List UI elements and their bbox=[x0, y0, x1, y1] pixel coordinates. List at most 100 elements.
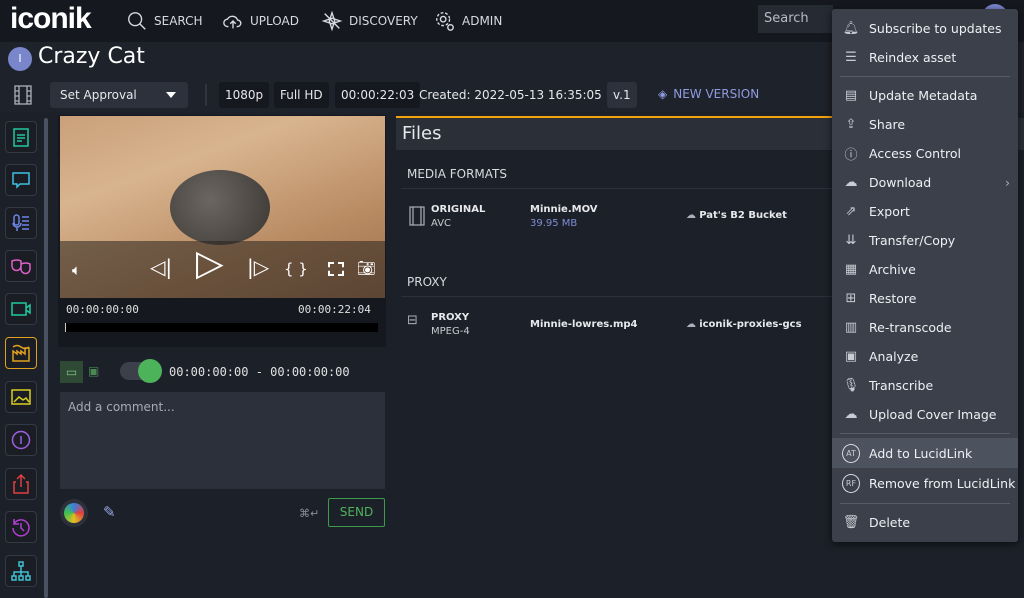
section-proxy: PROXY bbox=[407, 275, 447, 289]
menu-item-remove-lucidlink[interactable]: RF Remove from LucidLink bbox=[832, 469, 1018, 498]
end-timecode: 00:00:22:04 bbox=[298, 303, 371, 316]
nav-upload[interactable]: UPLOAD bbox=[222, 0, 299, 42]
asset-context-menu: 🔔︎ Subscribe to updates ☰ Reindex asset ▤ U… bbox=[832, 9, 1018, 542]
bell-icon: 🔔︎ bbox=[842, 21, 860, 36]
comment-input[interactable]: Add a comment... bbox=[60, 392, 385, 489]
menu-item-download[interactable]: ☁︎ Download › bbox=[832, 168, 1018, 197]
menu-label: Transfer/Copy bbox=[869, 233, 956, 248]
menu-item-analyze[interactable]: ▣ Analyze bbox=[832, 342, 1018, 371]
menu-item-transcribe[interactable]: 🎙︎ Transcribe bbox=[832, 371, 1018, 400]
color-picker[interactable] bbox=[60, 499, 88, 527]
created-date: Created: 2022-05-13 16:35:05 bbox=[419, 88, 602, 102]
approval-dropdown[interactable]: Set Approval bbox=[50, 82, 188, 108]
menu-divider bbox=[840, 433, 1010, 434]
menu-item-access-control[interactable]: ⓘ Access Control bbox=[832, 139, 1018, 168]
new-version-button[interactable]: ◈ NEW VERSION bbox=[658, 87, 759, 101]
sidebar-images[interactable] bbox=[5, 381, 37, 413]
nav-admin[interactable]: ADMIN bbox=[434, 0, 502, 42]
send-button[interactable]: SEND bbox=[328, 498, 385, 527]
menu-item-reindex[interactable]: ☰ Reindex asset bbox=[832, 43, 1018, 72]
microphone-icon bbox=[12, 214, 29, 231]
menu-item-transfer-copy[interactable]: ⇊ Transfer/Copy bbox=[832, 226, 1018, 255]
menu-label: Remove from LucidLink bbox=[869, 476, 1016, 491]
file-type: PROXY bbox=[431, 312, 470, 323]
menu-label: Share bbox=[869, 117, 906, 132]
iconik-logo[interactable]: iconik bbox=[10, 2, 92, 36]
fullscreen-icon[interactable] bbox=[328, 262, 344, 276]
quality-badge: Full HD bbox=[274, 82, 329, 108]
nav-discovery[interactable]: DISCOVERY bbox=[321, 0, 418, 42]
nav-search[interactable]: SEARCH bbox=[126, 0, 203, 42]
sidebar-comments[interactable] bbox=[5, 164, 37, 196]
file-storage: ☁︎ Pat's B2 Bucket bbox=[686, 210, 787, 221]
discovery-icon bbox=[321, 10, 343, 32]
timeline-scrubber[interactable] bbox=[65, 323, 378, 332]
menu-label: Export bbox=[869, 204, 910, 219]
comment-mode-icon[interactable]: ▭ bbox=[60, 361, 83, 383]
menu-label: Add to LucidLink bbox=[869, 445, 973, 461]
volume-icon[interactable]: 🔈︎ bbox=[72, 261, 81, 279]
section-media-formats: MEDIA FORMATS bbox=[407, 167, 508, 181]
sidebar-history[interactable] bbox=[5, 511, 37, 543]
menu-item-delete[interactable]: 🗑︎ Delete bbox=[832, 508, 1018, 537]
sidebar-analysis[interactable] bbox=[5, 337, 37, 369]
pencil-icon[interactable]: ✎ bbox=[103, 503, 116, 521]
page-title: Crazy Cat bbox=[38, 44, 145, 69]
approval-label: Set Approval bbox=[60, 88, 137, 102]
archive-icon: ▦ bbox=[844, 262, 858, 277]
menu-item-archive[interactable]: ▦ Archive bbox=[832, 255, 1018, 284]
sidebar-access[interactable] bbox=[5, 424, 37, 456]
file-name[interactable]: Minnie.MOV bbox=[530, 204, 598, 215]
timecode-toggle[interactable] bbox=[120, 359, 162, 383]
menu-item-update-metadata[interactable]: ▤ Update Metadata bbox=[832, 81, 1018, 110]
step-back-icon[interactable]: ◁| bbox=[150, 255, 172, 279]
sidebar-faces[interactable] bbox=[5, 250, 37, 282]
menu-label: Archive bbox=[869, 262, 916, 277]
menu-item-upload-cover[interactable]: ☁︎ Upload Cover Image bbox=[832, 400, 1018, 429]
hierarchy-icon bbox=[11, 561, 31, 581]
menu-divider bbox=[840, 76, 1010, 77]
menu-item-subscribe[interactable]: 🔔︎ Subscribe to updates bbox=[832, 14, 1018, 43]
version-dropdown[interactable]: v.1 bbox=[607, 82, 637, 108]
sidebar-relations[interactable] bbox=[5, 555, 37, 587]
resolution-badge: 1080p bbox=[219, 82, 270, 108]
sidebar-segments[interactable] bbox=[5, 293, 37, 325]
search-input[interactable]: Search bbox=[758, 5, 833, 33]
rf-badge-icon: RF bbox=[842, 474, 860, 493]
play-icon[interactable]: ▷ bbox=[196, 246, 224, 282]
list-icon: ☰ bbox=[845, 50, 857, 65]
file-name[interactable]: Minnie-lowres.mp4 bbox=[530, 319, 638, 330]
menu-label: Delete bbox=[869, 515, 911, 530]
menu-label: Restore bbox=[869, 291, 917, 306]
nav-label: SEARCH bbox=[154, 14, 203, 28]
camera-icon[interactable]: 📷︎ bbox=[357, 259, 376, 277]
search-icon bbox=[128, 12, 146, 30]
export-icon: ⇗ bbox=[845, 204, 857, 219]
menu-item-restore[interactable]: ⊞ Restore bbox=[832, 284, 1018, 313]
film-icon bbox=[14, 85, 32, 105]
at-badge-icon: AT bbox=[842, 443, 860, 463]
menu-item-share[interactable]: ⇪ Share bbox=[832, 110, 1018, 139]
menu-label: Subscribe to updates bbox=[869, 21, 1002, 36]
sidebar-metadata[interactable] bbox=[5, 121, 37, 153]
comment-icon bbox=[12, 172, 30, 189]
file-type: ORIGINAL bbox=[431, 204, 486, 215]
file-codec: AVC bbox=[431, 218, 452, 229]
menu-label: Reindex asset bbox=[869, 50, 957, 65]
menu-item-export[interactable]: ⇗ Export bbox=[832, 197, 1018, 226]
analyze-icon: ▣ bbox=[844, 349, 858, 364]
current-timecode: 00:00:00:00 bbox=[66, 303, 139, 316]
step-forward-icon[interactable]: |▷ bbox=[247, 255, 269, 279]
menu-item-retranscode[interactable]: ▥ Re-transcode bbox=[832, 313, 1018, 342]
video-mode-icon[interactable]: ▣ bbox=[88, 364, 99, 378]
sidebar-scrollbar[interactable] bbox=[44, 118, 48, 598]
in-out-icon[interactable]: { } bbox=[284, 260, 308, 278]
lock-icon: ⓘ bbox=[844, 148, 858, 163]
menu-label: Analyze bbox=[869, 349, 919, 364]
file-storage: ☁︎ iconik-proxies-gcs bbox=[686, 319, 802, 330]
sidebar-share[interactable] bbox=[5, 468, 37, 500]
sidebar-transcription[interactable] bbox=[5, 207, 37, 239]
color-wheel-icon bbox=[64, 503, 84, 523]
menu-item-add-lucidlink[interactable]: AT Add to LucidLink bbox=[832, 438, 1018, 468]
film-icon bbox=[409, 206, 425, 226]
